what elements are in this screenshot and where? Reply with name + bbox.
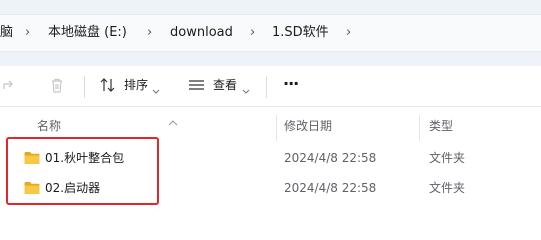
folder-icon (24, 180, 40, 199)
file-date: 2024/4/8 22:58 (284, 181, 377, 195)
chevron-right-icon[interactable]: › (346, 24, 351, 42)
column-divider[interactable] (276, 115, 277, 141)
command-bar: 排序 查看 ··· (0, 66, 541, 107)
chevron-right-icon[interactable]: › (25, 24, 30, 42)
file-name: 02.启动器 (45, 181, 101, 195)
breadcrumb-item-download[interactable]: download (170, 24, 233, 42)
chevron-right-icon[interactable]: › (147, 24, 152, 42)
share-icon[interactable] (2, 77, 18, 97)
view-icon[interactable] (188, 77, 205, 97)
breadcrumb-item-drive[interactable]: 本地磁盘 (E:) (48, 24, 127, 42)
more-options-button[interactable]: ··· (283, 75, 299, 92)
column-headers: 名称 修改日期 类型 (0, 111, 541, 141)
view-button-label[interactable]: 查看 (213, 77, 237, 94)
column-header-name[interactable]: 名称 (37, 118, 61, 134)
breadcrumb-item-current[interactable]: 1.SD软件 (272, 24, 329, 42)
chevron-down-icon[interactable] (242, 80, 250, 99)
column-header-type[interactable]: 类型 (429, 118, 453, 134)
file-row[interactable]: 02.启动器 2024/4/8 22:58 文件夹 (0, 173, 541, 203)
file-name: 01.秋叶整合包 (45, 151, 125, 165)
chevron-down-icon[interactable] (152, 80, 160, 99)
file-row[interactable]: 01.秋叶整合包 2024/4/8 22:58 文件夹 (0, 143, 541, 173)
column-header-date[interactable]: 修改日期 (284, 118, 332, 134)
delete-icon[interactable] (49, 77, 65, 98)
chevron-right-icon[interactable]: › (250, 24, 255, 42)
file-type: 文件夹 (429, 151, 466, 165)
file-type: 文件夹 (429, 181, 466, 195)
sort-button-label[interactable]: 排序 (124, 77, 148, 94)
column-divider[interactable] (419, 115, 420, 141)
folder-icon (24, 150, 40, 169)
breadcrumb[interactable]: 脑 › 本地磁盘 (E:) › download › 1.SD软件 › (0, 14, 541, 52)
toolbar-divider (266, 76, 267, 98)
address-bar-area: 脑 › 本地磁盘 (E:) › download › 1.SD软件 › (0, 0, 541, 66)
sort-ascending-icon (168, 111, 178, 130)
toolbar-divider (84, 76, 85, 98)
sort-icon[interactable] (99, 77, 117, 97)
breadcrumb-item-pc[interactable]: 脑 (0, 24, 13, 42)
file-date: 2024/4/8 22:58 (284, 151, 377, 165)
